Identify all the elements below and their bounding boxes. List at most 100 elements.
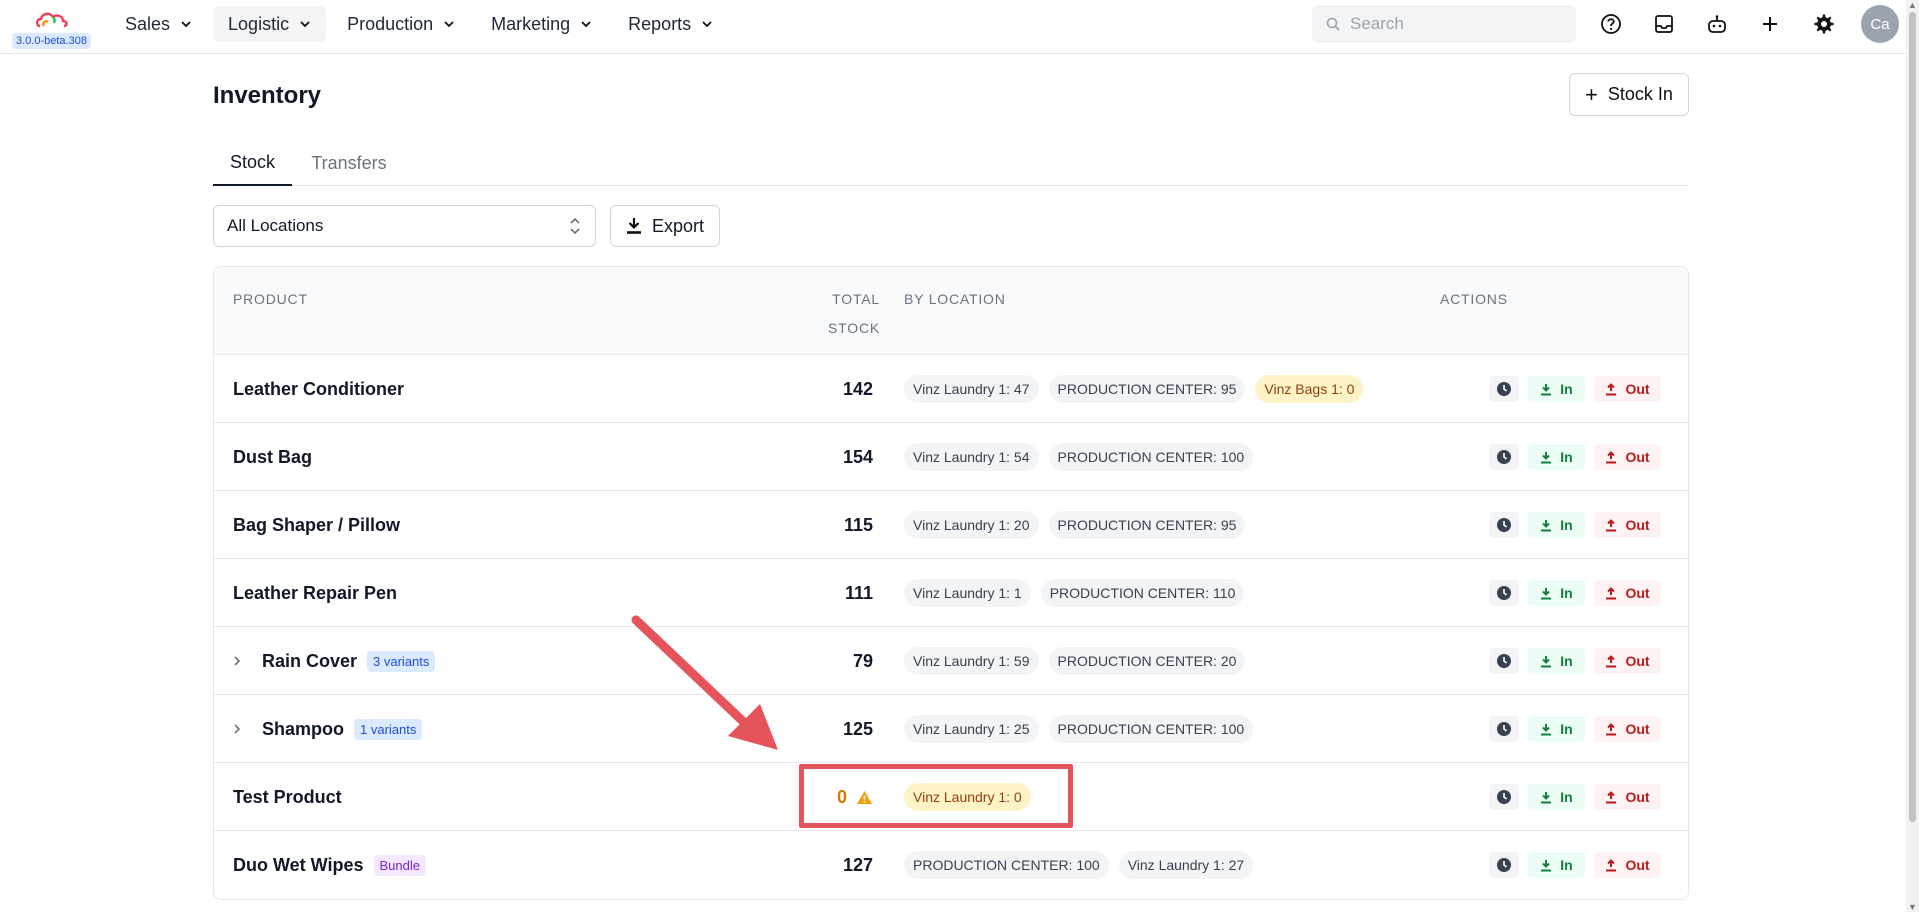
- clock-icon: [1497, 382, 1511, 396]
- cloud-logo-icon: [35, 12, 68, 28]
- download-icon: [1541, 723, 1552, 735]
- user-avatar[interactable]: Ca: [1861, 5, 1899, 43]
- search-icon: [1326, 17, 1340, 31]
- nav-logistic[interactable]: Logistic: [213, 6, 327, 42]
- stock-in-row-button[interactable]: In: [1528, 648, 1585, 674]
- settings-button[interactable]: [1809, 10, 1837, 38]
- export-button[interactable]: Export: [610, 205, 720, 247]
- history-button[interactable]: [1489, 648, 1519, 674]
- history-button[interactable]: [1489, 512, 1519, 538]
- history-button[interactable]: [1489, 784, 1519, 810]
- stock-out-row-button[interactable]: Out: [1594, 444, 1661, 470]
- product-name: Dust Bag: [233, 423, 312, 491]
- table-header: PRODUCT TOTAL STOCK BY LOCATION ACTIONS: [214, 267, 1688, 355]
- tab-stock[interactable]: Stock: [213, 140, 292, 186]
- location-list: Vinz Laundry 1: 54 PRODUCTION CENTER: 10…: [904, 423, 1254, 491]
- chevron-down-icon: [444, 21, 454, 28]
- assistant-button[interactable]: [1703, 10, 1731, 38]
- scroll-down-icon[interactable]: ▼: [1908, 902, 1917, 912]
- search-input[interactable]: [1350, 14, 1550, 34]
- scroll-up-icon[interactable]: ▲: [1908, 0, 1917, 10]
- download-icon: [1541, 587, 1552, 599]
- header-actions: ACTIONS: [1440, 291, 1508, 307]
- tab-transfers[interactable]: Transfers: [305, 140, 393, 186]
- nav-reports[interactable]: Reports: [613, 6, 728, 42]
- location-select[interactable]: All Locations: [213, 205, 596, 247]
- nav-label: Logistic: [228, 13, 290, 34]
- out-label: Out: [1625, 381, 1650, 397]
- row-actions: In Out: [1489, 831, 1661, 899]
- top-navbar: 3.0.0-beta.308 Sales Logistic Production…: [0, 0, 1919, 54]
- chevron-down-icon: [581, 21, 591, 28]
- product-name: Leather Repair Pen: [233, 559, 397, 627]
- product-name: Test Product: [233, 763, 342, 831]
- stock-in-row-button[interactable]: In: [1528, 716, 1585, 742]
- search-box[interactable]: [1312, 5, 1576, 43]
- download-icon: [1541, 859, 1552, 871]
- out-label: Out: [1625, 449, 1650, 465]
- nav-sales[interactable]: Sales: [110, 6, 207, 42]
- nav-label: Marketing: [491, 13, 571, 34]
- location-pill: Vinz Laundry 1: 59: [904, 647, 1039, 675]
- stock-out-row-button[interactable]: Out: [1594, 512, 1661, 538]
- gear-icon: [1814, 14, 1834, 34]
- stock-out-row-button[interactable]: Out: [1594, 852, 1661, 878]
- table-row[interactable]: Bag Shaper / Pillow 115 Vinz Laundry 1: …: [214, 491, 1688, 559]
- location-pill: Vinz Laundry 1: 1: [904, 579, 1031, 607]
- stock-out-row-button[interactable]: Out: [1594, 716, 1661, 742]
- row-actions: In Out: [1489, 491, 1661, 559]
- create-button[interactable]: [1756, 10, 1784, 38]
- out-label: Out: [1625, 789, 1650, 805]
- help-button[interactable]: [1597, 10, 1625, 38]
- history-button[interactable]: [1489, 716, 1519, 742]
- upload-icon: [1606, 586, 1617, 599]
- total-stock: 127: [842, 854, 873, 875]
- page-scrollbar[interactable]: ▲ ▼: [1906, 0, 1919, 912]
- stock-in-row-button[interactable]: In: [1528, 852, 1585, 878]
- chevron-right-icon[interactable]: [233, 655, 245, 667]
- app-logo[interactable]: 3.0.0-beta.308: [12, 6, 92, 50]
- stock-in-row-button[interactable]: In: [1528, 512, 1585, 538]
- chevron-right-icon[interactable]: [233, 723, 245, 735]
- in-label: In: [1560, 517, 1573, 533]
- product-name: Rain Cover 3 variants: [233, 627, 436, 695]
- out-label: Out: [1625, 721, 1650, 737]
- clock-icon: [1497, 722, 1511, 736]
- product-name-text: Dust Bag: [233, 446, 313, 467]
- bundle-badge: Bundle: [373, 854, 426, 876]
- stock-out-row-button[interactable]: Out: [1594, 376, 1661, 402]
- nav-production[interactable]: Production: [332, 6, 470, 42]
- history-button[interactable]: [1489, 444, 1519, 470]
- table-row[interactable]: Shampoo 1 variants 125 Vinz Laundry 1: 2…: [214, 695, 1688, 763]
- history-button[interactable]: [1489, 376, 1519, 402]
- location-pill: PRODUCTION CENTER: 100: [1048, 443, 1254, 471]
- tabs: Stock Transfers: [213, 140, 1689, 186]
- stock-in-row-button[interactable]: In: [1528, 580, 1585, 606]
- stock-in-button[interactable]: + Stock In: [1569, 73, 1689, 116]
- stock-in-row-button[interactable]: In: [1528, 444, 1585, 470]
- table-row[interactable]: Duo Wet Wipes Bundle 127 PRODUCTION CENT…: [214, 831, 1688, 899]
- in-label: In: [1560, 381, 1573, 397]
- upload-icon: [1606, 790, 1617, 803]
- bot-icon: [1708, 15, 1726, 33]
- location-pill: Vinz Laundry 1: 54: [904, 443, 1039, 471]
- nav-label: Production: [347, 13, 434, 34]
- inbox-button[interactable]: [1650, 10, 1678, 38]
- table-row[interactable]: Rain Cover 3 variants 79 Vinz Laundry 1:…: [214, 627, 1688, 695]
- nav-marketing[interactable]: Marketing: [476, 6, 607, 42]
- in-label: In: [1560, 857, 1573, 873]
- stock-out-row-button[interactable]: Out: [1594, 648, 1661, 674]
- history-button[interactable]: [1489, 852, 1519, 878]
- scrollbar-thumb[interactable]: [1909, 12, 1916, 822]
- table-row[interactable]: Leather Conditioner 142 Vinz Laundry 1: …: [214, 355, 1688, 423]
- location-pill: PRODUCTION CENTER: 95: [1048, 511, 1246, 539]
- history-button[interactable]: [1489, 580, 1519, 606]
- stock-out-row-button[interactable]: Out: [1594, 580, 1661, 606]
- table-row[interactable]: Leather Repair Pen 111 Vinz Laundry 1: 1…: [214, 559, 1688, 627]
- stock-out-row-button[interactable]: Out: [1594, 784, 1661, 810]
- table-row[interactable]: Dust Bag 154 Vinz Laundry 1: 54 PRODUCTI…: [214, 423, 1688, 491]
- download-icon: [1541, 791, 1552, 803]
- header-product: PRODUCT: [233, 291, 308, 307]
- stock-in-row-button[interactable]: In: [1528, 784, 1585, 810]
- stock-in-row-button[interactable]: In: [1528, 376, 1585, 402]
